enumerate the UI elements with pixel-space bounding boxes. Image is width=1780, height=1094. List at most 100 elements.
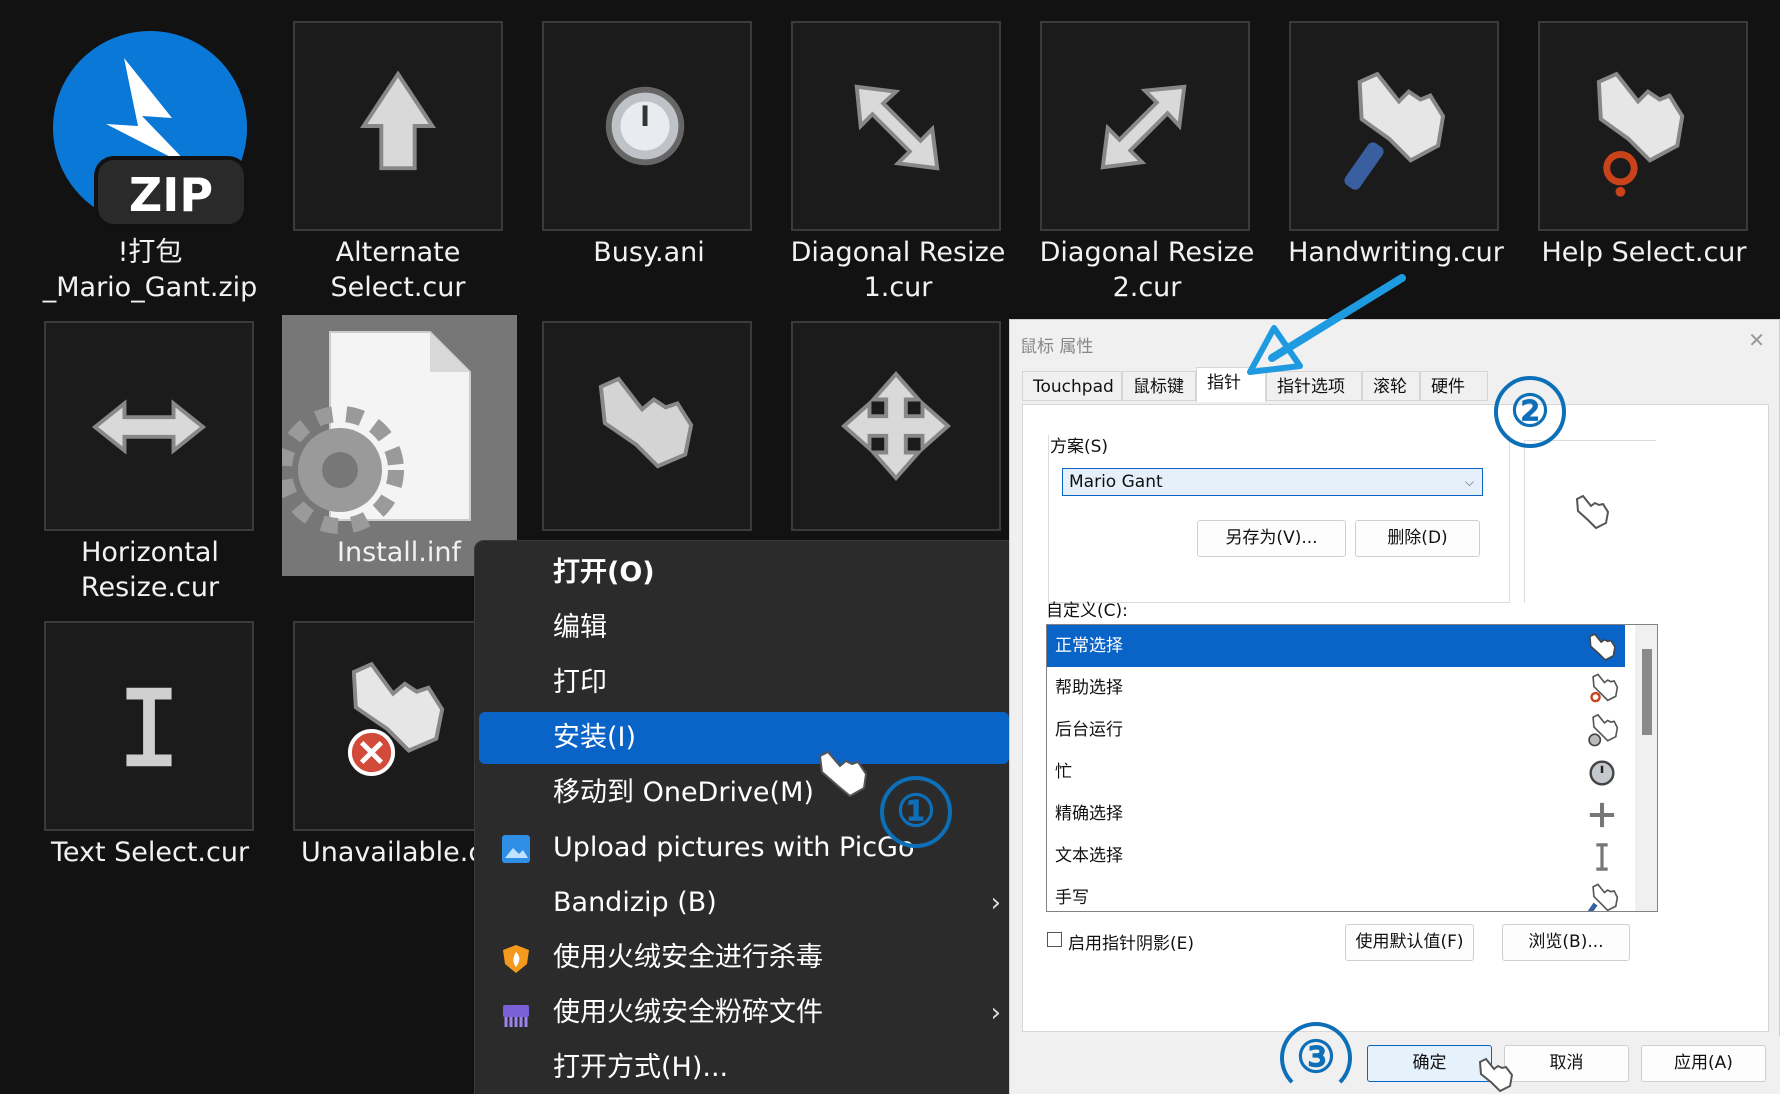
scheme-label: 方案(S) [1050, 437, 1109, 457]
shredder-icon [503, 1005, 529, 1027]
menu-item-print[interactable]: 打印 [479, 657, 1009, 709]
file-label: Horizontal Resize.cur [80, 537, 220, 603]
customize-label: 自定义(C): [1046, 601, 1128, 621]
scheme-select[interactable]: Mario Gant ⌵ [1062, 468, 1483, 496]
scheme-value: Mario Gant [1069, 472, 1163, 492]
pointer-list: 正常选择 帮助选择 后台运行 忙 精确选择 文本选择 手写 [1046, 624, 1658, 912]
list-item[interactable]: 后台运行 [1047, 709, 1625, 751]
huorong-shield-icon [503, 945, 529, 973]
list-scrollbar[interactable] [1635, 625, 1657, 911]
dialog-footer: 确定 取消 应用(A) [1010, 1036, 1780, 1094]
menu-item-huorong-scan[interactable]: 使用火绒安全进行杀毒 [479, 932, 1009, 984]
help-select-cursor-icon [1596, 71, 1685, 197]
list-item[interactable]: 精确选择 [1047, 793, 1625, 835]
menu-item-label: Upload pictures with PicGo [553, 832, 915, 863]
pointer-name: 正常选择 [1055, 636, 1123, 656]
menu-item-bandizip[interactable]: Bandizip (B) › [479, 877, 1009, 929]
menu-item-label: 移动到 OneDrive(M) [553, 777, 814, 808]
tab-touchpad[interactable]: Touchpad [1022, 371, 1122, 401]
pointer-name: 文本选择 [1055, 846, 1123, 866]
working-hand-icon [1588, 714, 1619, 747]
annotation-arrow [1247, 274, 1406, 375]
use-default-button[interactable]: 使用默认值(F) [1345, 924, 1474, 961]
diagonal-resize-2-cursor-icon [1100, 84, 1187, 170]
menu-item-label: 编辑 [553, 612, 607, 643]
file-label: Busy.ani [593, 237, 705, 268]
menu-item-label: Bandizip (B) [553, 887, 717, 918]
submenu-chevron-icon: › [990, 998, 1001, 1028]
install-inf-settings-icon [282, 331, 471, 534]
menu-item-label: 使用火绒安全进行杀毒 [553, 942, 823, 973]
help-hand-icon [1590, 673, 1619, 703]
tab-mouse-buttons[interactable]: 鼠标键 [1122, 371, 1196, 401]
zip-archive-icon: ZIP [53, 31, 248, 228]
file-label: Unavailable.c [301, 837, 478, 868]
menu-item-open[interactable]: 打开(O) [479, 547, 1009, 599]
list-item[interactable]: 正常选择 [1047, 625, 1625, 667]
hand-cursor-icon [1478, 1057, 1514, 1093]
file-label: Alternate Select.cur [330, 237, 466, 303]
save-as-button[interactable]: 另存为(V)... [1197, 520, 1346, 557]
handwriting-cursor-icon [1344, 71, 1446, 190]
pointer-shadow-checkbox[interactable] [1047, 932, 1062, 947]
crosshair-icon [1589, 802, 1615, 828]
mouse-properties-dialog: 鼠标 属性 ✕ Touchpad 鼠标键 指针 指针选项 滚轮 硬件 方案(S)… [1009, 319, 1780, 1094]
scheme-group [1048, 435, 1510, 603]
ok-button[interactable]: 确定 [1367, 1045, 1492, 1082]
text-select-cursor-icon [126, 687, 172, 767]
file-label: !打包 _Mario_Gant.zip [42, 237, 258, 303]
tab-hardware[interactable]: 硬件 [1420, 371, 1488, 401]
dialog-title: 鼠标 属性 [1020, 337, 1094, 357]
submenu-chevron-icon: › [990, 888, 1001, 918]
file-label: Help Select.cur [1541, 237, 1747, 268]
diagonal-resize-1-cursor-icon [854, 84, 940, 171]
busy-clock-icon [1589, 760, 1615, 786]
hand-cursor-icon [818, 750, 868, 798]
apply-button[interactable]: 应用(A) [1641, 1045, 1766, 1082]
horizontal-resize-cursor-icon [91, 399, 207, 455]
file-label: Diagonal Resize 1.cur [790, 237, 1006, 303]
menu-item-edit[interactable]: 编辑 [479, 602, 1009, 654]
annotation-step-3: ③ [1280, 1022, 1352, 1094]
cancel-button[interactable]: 取消 [1504, 1045, 1629, 1082]
unavailable-cursor-icon [347, 661, 445, 777]
menu-item-label: 打开方式(H)... [553, 1052, 729, 1083]
annotation-step-2: ② [1494, 376, 1566, 448]
menu-item-huorong-shred[interactable]: 使用火绒安全粉碎文件 › [479, 987, 1009, 1039]
cursor-preview [1524, 440, 1656, 603]
menu-item-label: 打印 [553, 667, 607, 698]
list-item[interactable]: 帮助选择 [1047, 667, 1625, 709]
link-select-cursor-icon [598, 376, 694, 469]
menu-item-label: 使用火绒安全粉碎文件 [553, 997, 823, 1028]
menu-item-label: 打开(O) [553, 557, 655, 588]
chevron-down-icon: ⌵ [1464, 475, 1474, 489]
close-icon[interactable]: ✕ [1748, 328, 1765, 352]
file-label: Text Select.cur [50, 837, 250, 868]
pointer-name: 帮助选择 [1055, 678, 1123, 698]
move-cursor-icon [841, 371, 951, 481]
zip-badge-text: ZIP [129, 168, 213, 222]
menu-item-label: 安装(I) [553, 722, 637, 753]
pointer-name: 手写 [1055, 888, 1089, 908]
handwriting-hand-icon [1587, 883, 1619, 911]
scrollbar-thumb[interactable] [1642, 649, 1652, 735]
browse-button[interactable]: 浏览(B)... [1502, 924, 1630, 961]
delete-button[interactable]: 删除(D) [1355, 520, 1480, 557]
list-item[interactable]: 手写 [1047, 877, 1625, 911]
pointer-name: 精确选择 [1055, 804, 1123, 824]
picgo-icon [502, 835, 530, 863]
list-item[interactable]: 忙 [1047, 751, 1625, 793]
hand-pointer-icon [1575, 494, 1610, 530]
pointer-name: 后台运行 [1055, 720, 1123, 740]
annotation-step-1: ① [880, 776, 952, 848]
menu-item-open-with[interactable]: 打开方式(H)... [479, 1042, 1009, 1094]
pointer-shadow-label: 启用指针阴影(E) [1068, 934, 1195, 954]
file-label: Handwriting.cur [1288, 237, 1504, 268]
menu-item-install[interactable]: 安装(I) [479, 712, 1009, 764]
pointer-name: 忙 [1055, 762, 1072, 782]
ibeam-icon [1596, 843, 1608, 871]
alternate-select-cursor-icon [360, 70, 436, 171]
busy-cursor-icon [605, 86, 685, 166]
hand-pointer-icon [1589, 633, 1616, 661]
list-item[interactable]: 文本选择 [1047, 835, 1625, 877]
